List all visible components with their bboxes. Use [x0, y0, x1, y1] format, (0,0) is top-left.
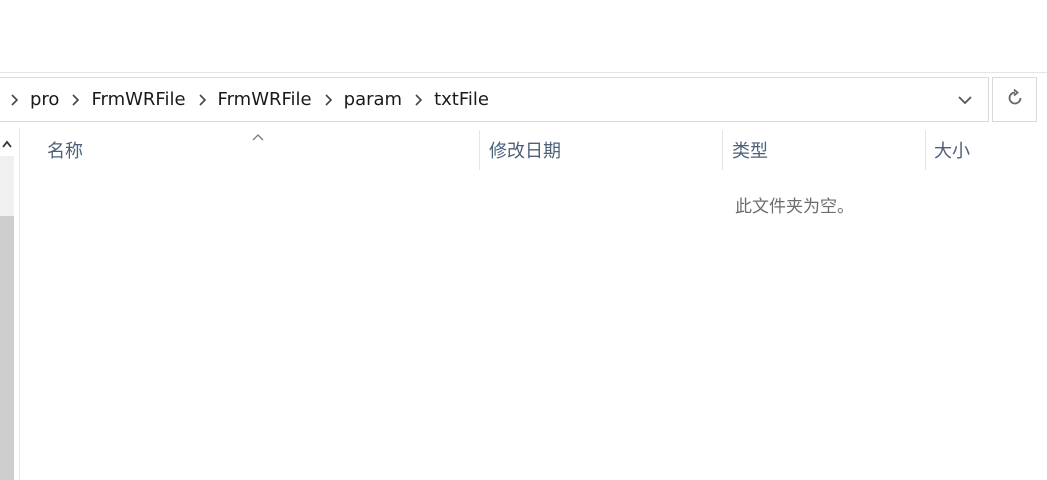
- column-header-label: 修改日期: [489, 141, 561, 162]
- breadcrumb-item-param[interactable]: param: [340, 78, 406, 121]
- address-bar[interactable]: pro FrmWRFile FrmWRFile param txtFile: [0, 77, 989, 122]
- breadcrumb-item-txtfile[interactable]: txtFile: [430, 78, 493, 121]
- breadcrumb-item-frmwrfile[interactable]: FrmWRFile: [87, 78, 189, 121]
- column-header-name[interactable]: 名称: [20, 128, 479, 172]
- breadcrumb-item-frmwrfile-2[interactable]: FrmWRFile: [214, 78, 316, 121]
- chevron-right-icon[interactable]: [319, 91, 337, 109]
- column-header-label: 类型: [732, 141, 768, 162]
- chevron-down-icon: [957, 90, 973, 109]
- refresh-button[interactable]: [992, 77, 1037, 122]
- empty-folder-message: 此文件夹为空。: [735, 197, 854, 217]
- column-header-size[interactable]: 大小: [926, 128, 1047, 172]
- chevron-up-icon: [2, 133, 12, 152]
- chevron-right-icon[interactable]: [193, 91, 211, 109]
- breadcrumb: pro FrmWRFile FrmWRFile param txtFile: [0, 78, 493, 121]
- address-history-dropdown[interactable]: [954, 78, 976, 121]
- chevron-right-icon[interactable]: [66, 91, 84, 109]
- scrollbar-thumb[interactable]: [0, 216, 14, 480]
- file-list-pane: 名称 修改日期 类型 大小 此文件夹为空。: [20, 128, 1047, 480]
- column-header-label: 大小: [934, 141, 970, 162]
- column-header-label: 名称: [47, 141, 83, 162]
- ribbon-area: [0, 0, 1047, 73]
- refresh-icon: [1005, 88, 1025, 112]
- column-header-date-modified[interactable]: 修改日期: [480, 128, 722, 172]
- chevron-right-icon[interactable]: [409, 91, 427, 109]
- scroll-up-button[interactable]: [0, 128, 14, 156]
- navigation-pane: [0, 128, 20, 480]
- column-header-type[interactable]: 类型: [723, 128, 925, 172]
- chevron-right-icon[interactable]: [5, 91, 23, 109]
- breadcrumb-item-pro[interactable]: pro: [26, 78, 63, 121]
